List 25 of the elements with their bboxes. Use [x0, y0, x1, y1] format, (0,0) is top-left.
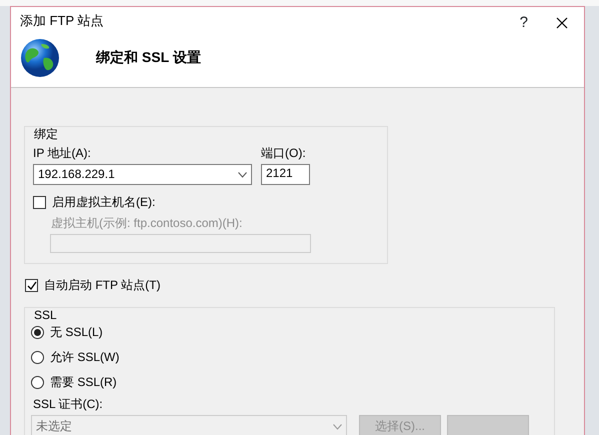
field-label: 端口(O): — [261, 146, 307, 161]
checkbox[interactable] — [33, 196, 46, 209]
radio-label: 需要 SSL(R) — [50, 375, 117, 390]
checkbox-label: 启用虚拟主机名(E): — [52, 195, 156, 210]
radio-button[interactable] — [31, 326, 44, 339]
close-icon — [556, 17, 568, 30]
checkbox[interactable] — [25, 279, 38, 292]
port-field[interactable]: 2121 — [261, 164, 310, 185]
group-label: 绑定 — [33, 127, 59, 142]
field-label: SSL 证书(C): — [33, 397, 104, 412]
radio-label: 无 SSL(L) — [50, 325, 103, 340]
chevron-down-icon — [333, 424, 342, 430]
field-label: 虚拟主机(示例: ftp.contoso.com)(H): — [51, 216, 244, 231]
radio-button[interactable] — [31, 376, 44, 389]
help-button[interactable]: ? — [508, 13, 540, 32]
page-heading: 绑定和 SSL 设置 — [96, 49, 201, 67]
radio-button[interactable] — [31, 351, 44, 364]
window-title: 添加 FTP 站点 — [19, 12, 105, 30]
ip-address-dropdown[interactable]: 192.168.229.1 — [33, 164, 252, 185]
globe-icon — [20, 38, 60, 78]
radio-label: 允许 SSL(W) — [50, 350, 120, 365]
virtual-host-field[interactable] — [50, 234, 311, 253]
checkbox-label: 自动启动 FTP 站点(T) — [44, 278, 160, 293]
chevron-down-icon — [238, 172, 247, 178]
field-label: IP 地址(A): — [33, 146, 92, 161]
